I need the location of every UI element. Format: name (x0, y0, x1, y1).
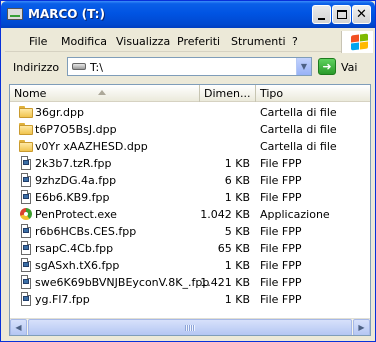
list-item[interactable]: r6b6HCBs.CES.fpp 5 KB File FPP (10, 223, 370, 240)
menu-bar: File Modifica Visualizza Preferiti Strum… (5, 30, 373, 53)
app-icon (18, 207, 34, 221)
go-arrow-icon[interactable]: ➜ (318, 58, 336, 75)
file-type: File FPP (260, 174, 302, 187)
file-icon (18, 292, 34, 306)
column-size[interactable]: Dimen... (200, 85, 256, 102)
title-bar[interactable]: MARCO (T:) ✕ (1, 1, 375, 28)
maximize-button[interactable] (332, 5, 351, 24)
file-size: 65 KB (217, 242, 250, 255)
file-name: rsapC.4Cb.fpp (35, 242, 114, 255)
drive-icon (72, 63, 86, 70)
file-size: 1.421 KB (200, 276, 250, 289)
file-name: yg.Fl7.fpp (35, 293, 90, 306)
file-size: 1.042 KB (200, 208, 250, 221)
folder-icon (18, 139, 34, 153)
list-item[interactable]: PenProtect.exe 1.042 KB Applicazione (10, 206, 370, 223)
file-type: File FPP (260, 259, 302, 272)
column-type-label: Tipo (260, 87, 284, 100)
file-type: Cartella di file (260, 140, 337, 153)
go-button[interactable]: Vai (341, 61, 357, 74)
horizontal-scrollbar[interactable]: ◀ ▶ (10, 318, 370, 335)
file-icon (18, 156, 34, 170)
menu-preferiti[interactable]: Preferiti (177, 35, 220, 48)
column-header: Nome Dimen... Tipo (10, 85, 370, 102)
file-type: Applicazione (260, 208, 330, 221)
file-name: r6b6HCBs.CES.fpp (35, 225, 137, 238)
list-item[interactable]: 9zhzDG.4a.fpp 6 KB File FPP (10, 172, 370, 189)
file-size: 1 KB (224, 293, 250, 306)
file-name: E6b6.KB9.fpp (35, 191, 110, 204)
file-name: t6P7O5BsJ.dpp (35, 123, 117, 136)
list-item[interactable]: 36gr.dpp Cartella di file (10, 104, 370, 121)
menu-visualizza[interactable]: Visualizza (116, 35, 170, 48)
file-icon (18, 190, 34, 204)
drive-icon (7, 8, 23, 20)
close-icon: ✕ (356, 7, 367, 22)
file-type: File FPP (260, 191, 302, 204)
minimize-button[interactable] (312, 5, 331, 24)
windows-logo-icon (341, 31, 373, 53)
folder-icon (18, 122, 34, 136)
file-name: 36gr.dpp (35, 106, 84, 119)
chevron-down-icon[interactable]: ▼ (296, 58, 311, 75)
file-type: Cartella di file (260, 106, 337, 119)
file-list[interactable]: Nome Dimen... Tipo 36gr.dpp Cartella di f… (9, 84, 371, 336)
grip-icon (185, 325, 195, 331)
minimize-icon (318, 17, 325, 20)
file-icon (18, 173, 34, 187)
list-item[interactable]: yg.Fl7.fpp 1 KB File FPP (10, 291, 370, 308)
explorer-window: MARCO (T:) ✕ File Modifica Visualizza Pr… (0, 0, 376, 342)
file-type: File FPP (260, 157, 302, 170)
file-size: 1 KB (224, 259, 250, 272)
file-icon (18, 224, 34, 238)
sort-ascending-icon (98, 90, 106, 95)
file-name: sgASxh.tX6.fpp (35, 259, 120, 272)
column-name[interactable]: Nome (10, 85, 200, 102)
file-name: PenProtect.exe (35, 208, 117, 221)
maximize-icon (336, 10, 347, 19)
address-label: Indirizzo (13, 61, 60, 74)
file-icon (18, 241, 34, 255)
menu-modifica[interactable]: Modifica (61, 35, 107, 48)
scrollbar-thumb[interactable] (28, 319, 352, 335)
window-title: MARCO (T:) (28, 7, 105, 21)
scroll-left-button[interactable]: ◀ (10, 319, 27, 335)
list-item[interactable]: sgASxh.tX6.fpp 1 KB File FPP (10, 257, 370, 274)
list-item[interactable]: 2k3b7.tzR.fpp 1 KB File FPP (10, 155, 370, 172)
file-type: Cartella di file (260, 123, 337, 136)
list-item[interactable]: E6b6.KB9.fpp 1 KB File FPP (10, 189, 370, 206)
column-name-label: Nome (14, 87, 47, 100)
scroll-right-button[interactable]: ▶ (353, 319, 370, 335)
address-input[interactable]: T:\ ▼ (67, 57, 312, 76)
column-size-label: Dimen... (204, 87, 251, 100)
file-size: 1 KB (224, 191, 250, 204)
file-icon (18, 258, 34, 272)
menu-help[interactable]: ? (292, 35, 298, 48)
file-type: File FPP (260, 293, 302, 306)
file-name: 9zhzDG.4a.fpp (35, 174, 117, 187)
file-type: File FPP (260, 225, 302, 238)
column-type[interactable]: Tipo (256, 85, 370, 102)
menu-strumenti[interactable]: Strumenti (231, 35, 286, 48)
list-item[interactable]: v0Yr xAAZHESD.dpp Cartella di file (10, 138, 370, 155)
file-name: v0Yr xAAZHESD.dpp (35, 140, 148, 153)
file-name: 2k3b7.tzR.fpp (35, 157, 112, 170)
list-item[interactable]: rsapC.4Cb.fpp 65 KB File FPP (10, 240, 370, 257)
address-bar: Indirizzo T:\ ▼ ➜ Vai (5, 54, 371, 79)
list-item[interactable]: t6P7O5BsJ.dpp Cartella di file (10, 121, 370, 138)
folder-icon (18, 105, 34, 119)
file-name: swe6K69bBVNJBEyconV.8K_.fpp (35, 276, 210, 289)
file-size: 5 KB (224, 225, 250, 238)
file-icon (18, 275, 34, 289)
list-item[interactable]: swe6K69bBVNJBEyconV.8K_.fpp 1.421 KB File … (10, 274, 370, 291)
close-button[interactable]: ✕ (352, 5, 371, 24)
address-value: T:\ (90, 61, 103, 74)
file-size: 1 KB (224, 157, 250, 170)
menu-file[interactable]: File (29, 35, 47, 48)
file-size: 6 KB (224, 174, 250, 187)
file-type: File FPP (260, 242, 302, 255)
file-type: File FPP (260, 276, 302, 289)
